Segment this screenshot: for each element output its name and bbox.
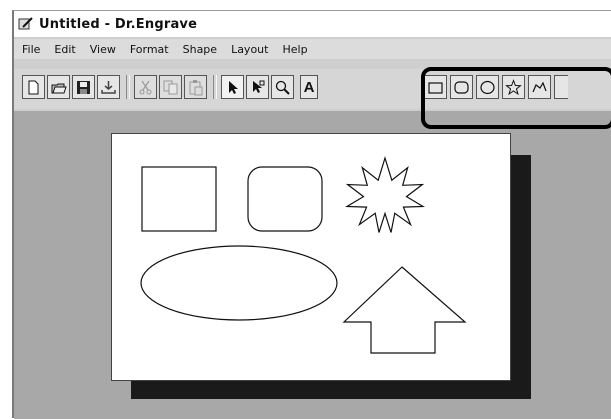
select-tool-button[interactable] <box>221 75 244 99</box>
menu-shape[interactable]: Shape <box>183 43 217 56</box>
node-edit-tool-button[interactable] <box>246 75 269 99</box>
text-tool-button[interactable]: A <box>300 75 318 99</box>
menu-layout[interactable]: Layout <box>231 43 268 56</box>
menu-format[interactable]: Format <box>130 43 169 56</box>
app-window: Untitled - Dr.Engrave File Edit View For… <box>12 10 611 419</box>
magnifier-icon <box>275 80 290 95</box>
save-button[interactable] <box>72 75 95 99</box>
paste-button[interactable] <box>184 75 207 99</box>
node-edit-icon <box>253 80 265 93</box>
open-folder-icon <box>51 83 67 93</box>
cut-icon <box>139 80 152 94</box>
copy-icon <box>163 80 178 94</box>
ellipse-shape[interactable] <box>140 245 338 321</box>
rectangle-shape[interactable] <box>141 166 217 232</box>
menu-edit[interactable]: Edit <box>54 43 75 56</box>
toolbar-separator <box>213 75 217 99</box>
copy-button[interactable] <box>159 75 182 99</box>
menu-bar: File Edit View Format Shape Layout Help <box>14 39 611 59</box>
workspace <box>14 111 611 419</box>
import-button[interactable] <box>97 75 120 99</box>
save-icon <box>77 80 90 94</box>
window-title: Untitled - Dr.Engrave <box>39 16 198 32</box>
open-button[interactable] <box>47 75 70 99</box>
import-icon <box>101 80 116 94</box>
paste-icon <box>189 79 203 95</box>
rounded-rectangle-shape[interactable] <box>247 166 323 232</box>
drawing-paper[interactable] <box>111 133 511 381</box>
zoom-tool-button[interactable] <box>271 75 294 99</box>
app-icon <box>18 17 33 30</box>
menu-help[interactable]: Help <box>282 43 307 56</box>
new-file-icon <box>28 80 39 94</box>
text-tool-icon: A <box>303 78 315 96</box>
starburst-shape[interactable] <box>344 155 426 233</box>
menu-view[interactable]: View <box>90 43 116 56</box>
cut-button[interactable] <box>134 75 157 99</box>
drawing-canvas <box>140 155 467 354</box>
menu-file[interactable]: File <box>22 43 40 56</box>
up-arrow-shape[interactable] <box>342 266 467 354</box>
new-file-button[interactable] <box>22 75 45 99</box>
title-bar: Untitled - Dr.Engrave <box>14 11 611 37</box>
toolbar-separator <box>126 75 130 99</box>
arrow-pointer-icon <box>229 80 238 94</box>
shape-tools-highlight <box>421 67 611 129</box>
